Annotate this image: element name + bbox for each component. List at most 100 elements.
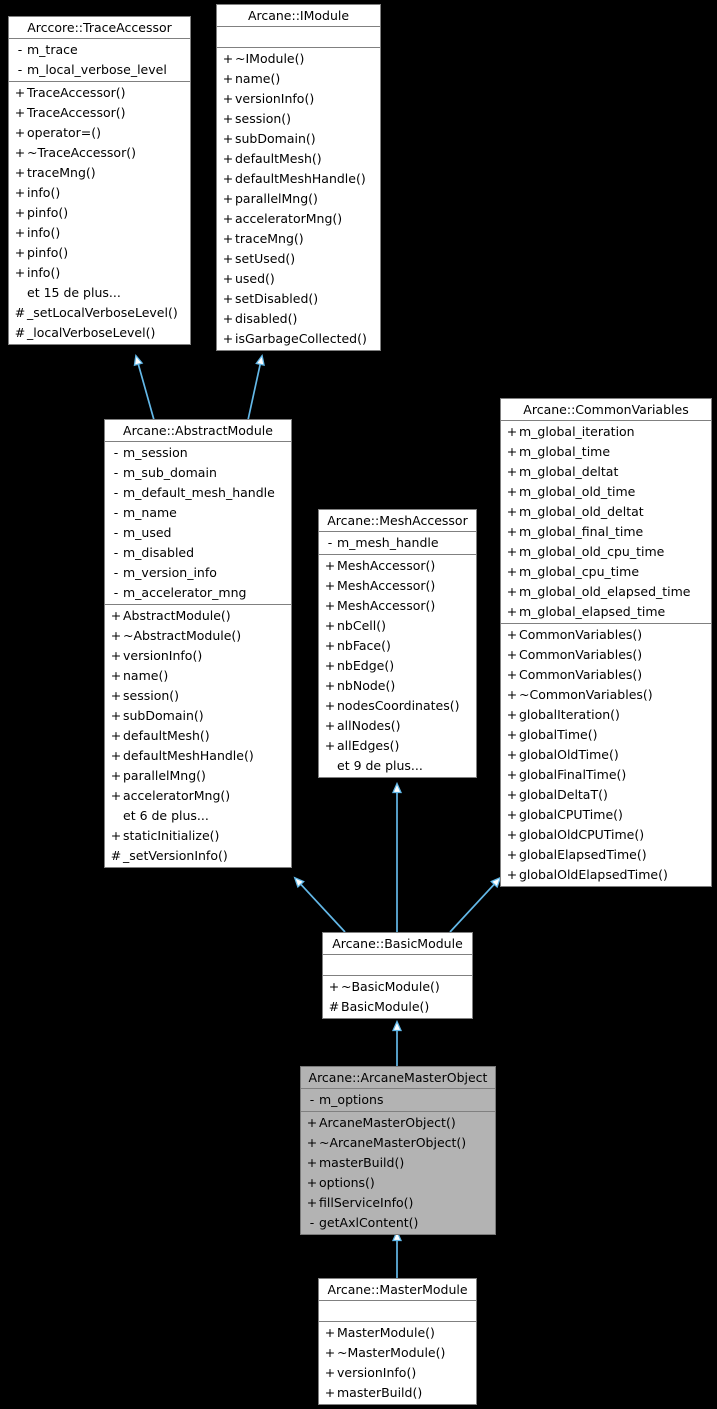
- class-member: + globalElapsedTime(): [501, 845, 711, 865]
- class-box-arcane-master-object[interactable]: Arcane::ArcaneMasterObject - m_options + A…: [300, 1066, 496, 1235]
- visibility-marker: +: [306, 1155, 318, 1170]
- visibility-marker: +: [222, 131, 234, 146]
- class-member: - m_used: [105, 523, 291, 543]
- visibility-marker: +: [110, 668, 122, 683]
- visibility-marker: +: [506, 484, 518, 499]
- class-title: Arcane::IModule: [217, 5, 380, 27]
- class-member: + session(): [105, 686, 291, 706]
- member-name: versionInfo(): [123, 648, 203, 663]
- class-member: - m_trace: [9, 40, 190, 60]
- visibility-marker: +: [222, 91, 234, 106]
- class-member: + parallelMng(): [217, 189, 380, 209]
- visibility-marker: +: [324, 558, 336, 573]
- member-name: CommonVariables(): [519, 667, 643, 682]
- member-name: setDisabled(): [235, 291, 319, 306]
- member-name: BasicModule(): [341, 999, 430, 1014]
- visibility-marker: +: [222, 291, 234, 306]
- visibility-marker: +: [506, 747, 518, 762]
- class-member: + masterBuild(): [301, 1153, 495, 1173]
- class-member: + m_global_old_cpu_time: [501, 542, 711, 562]
- more-members-label: +et 6 de plus...: [105, 806, 291, 826]
- member-name: MasterModule(): [337, 1325, 435, 1340]
- more-members-label: +et 15 de plus...: [9, 283, 190, 303]
- member-name: isGarbageCollected(): [235, 331, 367, 346]
- visibility-marker: #: [110, 848, 122, 863]
- visibility-marker: +: [506, 464, 518, 479]
- class-member: + disabled(): [217, 309, 380, 329]
- class-member: + globalTime(): [501, 725, 711, 745]
- class-box-trace-accessor[interactable]: Arccore::TraceAccessor - m_trace - m_local_…: [8, 16, 191, 345]
- class-box-common-variables[interactable]: Arcane::CommonVariables + m_global_iterat…: [500, 398, 712, 887]
- member-name: globalOldCPUTime(): [519, 827, 645, 842]
- member-name: TraceAccessor(): [27, 105, 126, 120]
- attributes-compartment: - m_options: [301, 1089, 495, 1112]
- class-member: + m_global_time: [501, 442, 711, 462]
- class-box-abstract-module[interactable]: Arcane::AbstractModule - m_session - m_sub_…: [104, 419, 292, 868]
- class-member: + MeshAccessor(): [319, 576, 476, 596]
- class-member: + CommonVariables(): [501, 625, 711, 645]
- visibility-marker: +: [306, 1175, 318, 1190]
- member-name: name(): [123, 668, 169, 683]
- visibility-marker: +: [324, 698, 336, 713]
- member-name: ~BasicModule(): [341, 979, 440, 994]
- visibility-marker: +: [324, 1365, 336, 1380]
- edge-basicmodule-to-commonvariables: [449, 876, 502, 933]
- attributes-compartment: [323, 955, 472, 976]
- class-member: + m_global_deltat: [501, 462, 711, 482]
- class-member: + subDomain(): [217, 129, 380, 149]
- visibility-marker: +: [506, 827, 518, 842]
- class-title: Arcane::MeshAccessor: [319, 510, 476, 532]
- visibility-marker: +: [506, 584, 518, 599]
- visibility-marker: +: [222, 251, 234, 266]
- class-member: + pinfo(): [9, 203, 190, 223]
- visibility-marker: +: [324, 618, 336, 633]
- member-name: globalOldElapsedTime(): [519, 867, 668, 882]
- class-member: + MasterModule(): [319, 1323, 476, 1343]
- visibility-marker: +: [324, 658, 336, 673]
- class-member: + ArcaneMasterObject(): [301, 1113, 495, 1133]
- class-member: + nbNode(): [319, 676, 476, 696]
- member-name: name(): [235, 71, 281, 86]
- member-name: subDomain(): [123, 708, 204, 723]
- class-member: + defaultMeshHandle(): [217, 169, 380, 189]
- member-name: m_global_old_time: [519, 484, 636, 499]
- member-name: m_global_elapsed_time: [519, 604, 666, 619]
- member-name: setUsed(): [235, 251, 296, 266]
- member-name: staticInitialize(): [123, 828, 220, 843]
- visibility-marker: +: [222, 111, 234, 126]
- class-box-master-module[interactable]: Arcane::MasterModule + MasterModule() + ~Ma…: [318, 1278, 477, 1405]
- class-member: + acceleratorMng(): [217, 209, 380, 229]
- class-member: + info(): [9, 263, 190, 283]
- class-member: + setUsed(): [217, 249, 380, 269]
- class-box-imodule[interactable]: Arcane::IModule + ~IModule() + name() + versi…: [216, 4, 381, 351]
- class-member: - m_sub_domain: [105, 463, 291, 483]
- visibility-marker: +: [14, 85, 26, 100]
- member-name: allEdges(): [337, 738, 400, 753]
- visibility-marker: +: [14, 245, 26, 260]
- class-member: + m_global_iteration: [501, 422, 711, 442]
- more-members-label: +et 9 de plus...: [319, 756, 476, 776]
- member-name: m_global_final_time: [519, 524, 644, 539]
- visibility-marker: -: [17, 62, 23, 77]
- visibility-marker: -: [113, 525, 119, 540]
- visibility-marker: -: [113, 545, 119, 560]
- member-name: m_options: [319, 1092, 384, 1107]
- member-name: CommonVariables(): [519, 627, 643, 642]
- class-box-mesh-accessor[interactable]: Arcane::MeshAccessor - m_mesh_handle + Mes…: [318, 509, 477, 778]
- visibility-marker: +: [506, 564, 518, 579]
- class-member: + name(): [217, 69, 380, 89]
- class-member: + versionInfo(): [217, 89, 380, 109]
- class-member: + m_global_old_time: [501, 482, 711, 502]
- class-box-basic-module[interactable]: Arcane::BasicModule + ~BasicModule() # Basi…: [322, 932, 473, 1019]
- visibility-marker: +: [14, 165, 26, 180]
- class-member: + globalIteration(): [501, 705, 711, 725]
- visibility-marker: +: [324, 678, 336, 693]
- member-name: globalOldTime(): [519, 747, 619, 762]
- class-member: # _setVersionInfo(): [105, 846, 291, 866]
- operations-compartment: + AbstractModule() + ~AbstractModule() + vers…: [105, 605, 291, 867]
- visibility-marker: +: [14, 225, 26, 240]
- visibility-marker: +: [506, 604, 518, 619]
- class-member: + globalOldElapsedTime(): [501, 865, 711, 885]
- visibility-marker: +: [506, 687, 518, 702]
- edge-basicmodule-to-abstractmodule: [293, 876, 346, 933]
